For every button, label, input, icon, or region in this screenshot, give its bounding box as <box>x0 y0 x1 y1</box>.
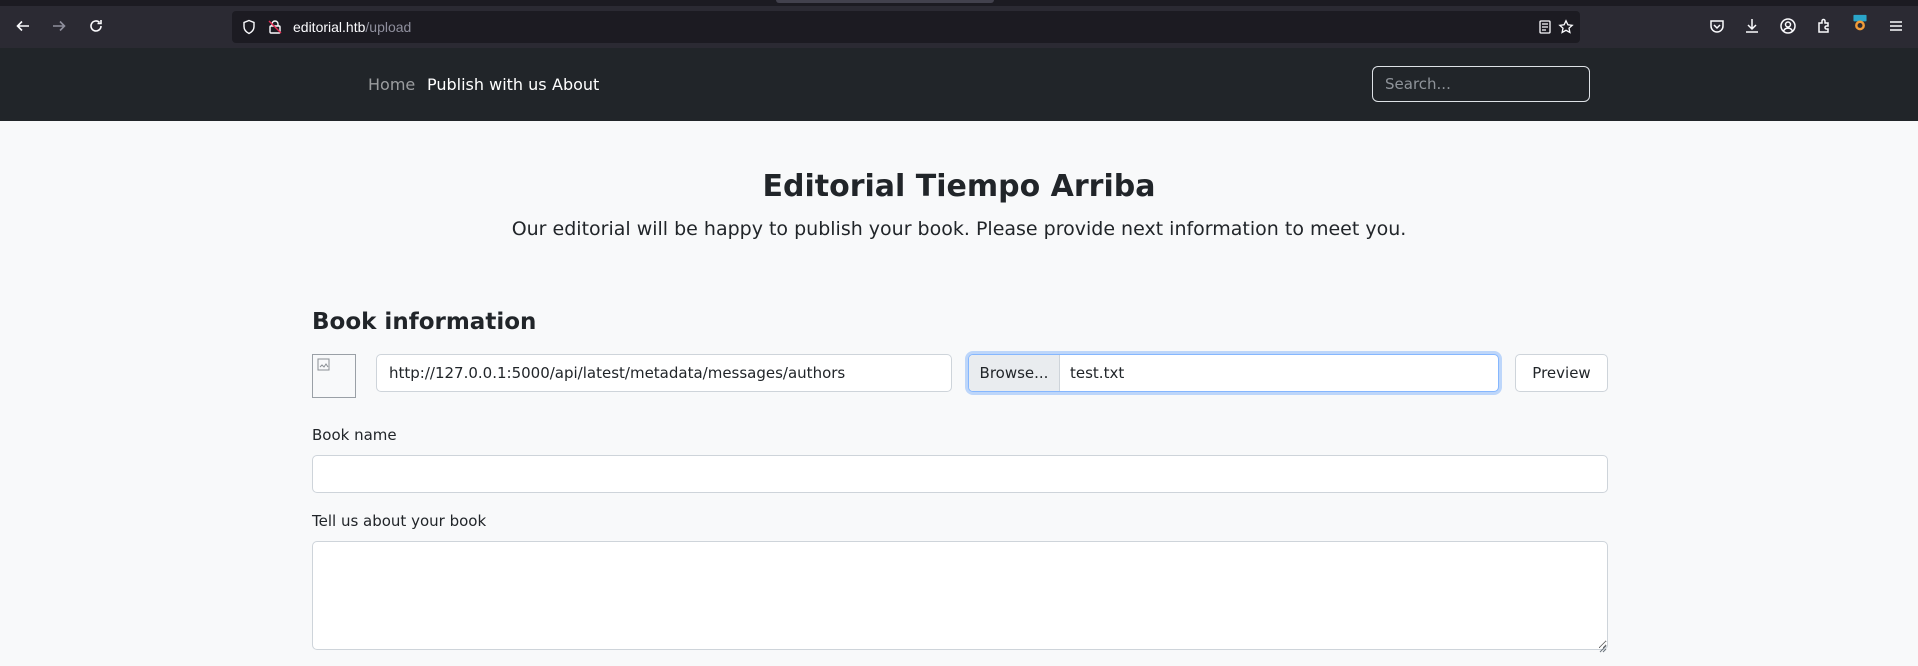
forward-arrow-icon[interactable] <box>48 15 70 37</box>
shield-icon[interactable] <box>241 19 257 35</box>
section-title: Book information <box>312 309 537 335</box>
search-input[interactable] <box>1372 66 1590 102</box>
nav-link-about[interactable]: About <box>552 75 599 95</box>
browse-button[interactable]: Browse... <box>969 355 1060 391</box>
selected-file-name: test.txt <box>1070 364 1125 382</box>
cover-preview-image <box>312 354 356 398</box>
downloads-icon[interactable] <box>1743 17 1761 35</box>
book-name-input[interactable] <box>312 455 1608 493</box>
reader-view-icon[interactable] <box>1537 19 1553 35</box>
book-name-label: Book name <box>312 426 397 444</box>
insecure-lock-icon[interactable] <box>267 19 283 35</box>
burp-extension-icon[interactable] <box>1851 14 1869 32</box>
book-about-label: Tell us about your book <box>312 512 487 530</box>
extensions-icon[interactable] <box>1815 17 1833 35</box>
broken-image-icon <box>317 357 331 371</box>
active-tab-edge[interactable] <box>776 0 994 3</box>
menu-hamburger-icon[interactable] <box>1887 17 1905 35</box>
url-host: editorial.htb <box>293 19 366 35</box>
file-upload-field[interactable]: Browse... test.txt <box>968 354 1499 392</box>
nav-link-home[interactable]: Home <box>368 75 415 95</box>
account-icon[interactable] <box>1779 17 1797 35</box>
browser-toolbar: editorial.htb/upload <box>0 0 1918 48</box>
resize-grip-icon[interactable] <box>1597 638 1607 653</box>
cover-url-input[interactable] <box>376 354 952 392</box>
address-bar[interactable]: editorial.htb/upload <box>232 11 1580 43</box>
book-about-textarea[interactable] <box>312 541 1608 650</box>
page-title: Editorial Tiempo Arriba <box>762 169 1156 204</box>
bookmark-star-icon[interactable] <box>1558 19 1574 35</box>
back-arrow-icon[interactable] <box>12 15 34 37</box>
preview-button[interactable]: Preview <box>1515 354 1608 392</box>
url-path: /upload <box>365 19 412 35</box>
nav-link-publish[interactable]: Publish with us <box>427 75 547 95</box>
page-subtitle: Our editorial will be happy to publish y… <box>511 218 1407 240</box>
site-navbar: Home Publish with us About <box>0 48 1918 121</box>
pocket-icon[interactable] <box>1708 17 1726 35</box>
reload-icon[interactable] <box>85 15 107 37</box>
url-text[interactable]: editorial.htb/upload <box>293 17 411 37</box>
